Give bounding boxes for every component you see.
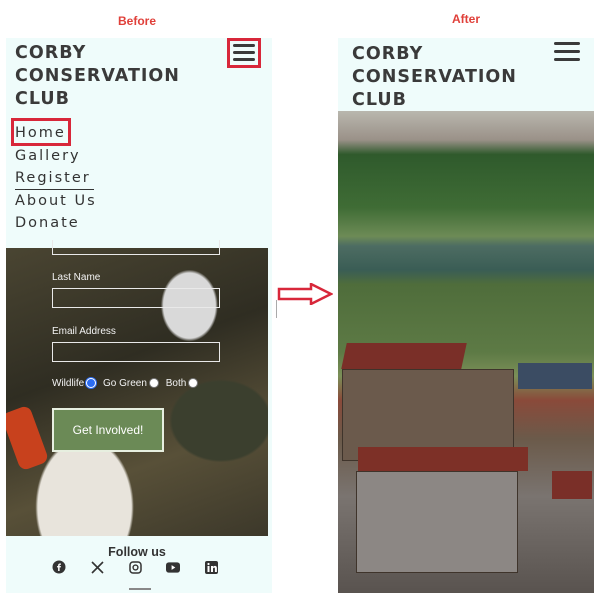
interest-radio-group: Wildlife Go Green Both [52, 378, 202, 389]
nav-donate[interactable]: Donate [15, 212, 97, 235]
nav-about[interactable]: About Us [15, 190, 97, 213]
menu-highlight [227, 38, 261, 68]
solar-panel-shape [518, 363, 592, 389]
first-name-field[interactable] [52, 240, 220, 255]
lower-roof-shape [358, 447, 528, 471]
brand-line-1: CORBY [15, 43, 87, 63]
email-label: Email Address [52, 326, 116, 337]
transition-arrow-icon [277, 283, 333, 305]
brand-line-3: CLUB [352, 90, 407, 110]
radio-both[interactable] [188, 378, 199, 389]
brand-line-3: CLUB [15, 89, 70, 109]
brand-logo[interactable]: CORBY CONSERVATION CLUB [15, 42, 180, 111]
panel-divider [276, 300, 277, 318]
get-involved-button[interactable]: Get Involved! [52, 408, 164, 452]
brand-line-1: CORBY [352, 44, 424, 64]
follow-us-heading: Follow us [108, 545, 166, 559]
nav-gallery[interactable]: Gallery [15, 145, 97, 168]
email-field[interactable] [52, 342, 220, 362]
social-links [52, 560, 218, 574]
after-caption: After [452, 12, 481, 26]
radio-go-green-label: Go Green [103, 378, 147, 389]
bag-graphic [6, 404, 50, 472]
brand-line-2: CONSERVATION [15, 66, 180, 86]
lower-building-shape [356, 471, 518, 573]
radio-wildlife[interactable] [86, 378, 97, 389]
home-highlight [11, 118, 71, 146]
radio-both-label: Both [165, 378, 187, 389]
radio-wildlife-label: Wildlife [52, 378, 85, 389]
before-screen: CORBY CONSERVATION CLUB Home Gallery Reg… [6, 38, 272, 593]
brand-line-2: CONSERVATION [352, 67, 517, 87]
aerial-hero-image [338, 111, 594, 593]
last-name-field[interactable] [52, 288, 220, 308]
before-caption: Before [118, 14, 157, 28]
menu-icon-after[interactable] [554, 42, 580, 62]
x-icon[interactable] [90, 560, 104, 574]
brand-logo-after[interactable]: CORBY CONSERVATION CLUB [352, 43, 517, 112]
radio-go-green[interactable] [148, 378, 159, 389]
last-name-label: Last Name [52, 272, 101, 283]
nav-register[interactable]: Register [15, 167, 94, 190]
roof-shape [341, 343, 467, 369]
instagram-icon[interactable] [128, 560, 142, 574]
linkedin-icon[interactable] [204, 560, 218, 574]
side-roof-shape [552, 471, 592, 499]
after-screen: CORBY CONSERVATION CLUB [338, 38, 594, 593]
facebook-icon[interactable] [52, 560, 66, 574]
hero-photo: Last Name Email Address Wildlife Go Gree… [6, 240, 268, 536]
scroll-indicator [129, 588, 151, 590]
youtube-icon[interactable] [166, 560, 180, 574]
